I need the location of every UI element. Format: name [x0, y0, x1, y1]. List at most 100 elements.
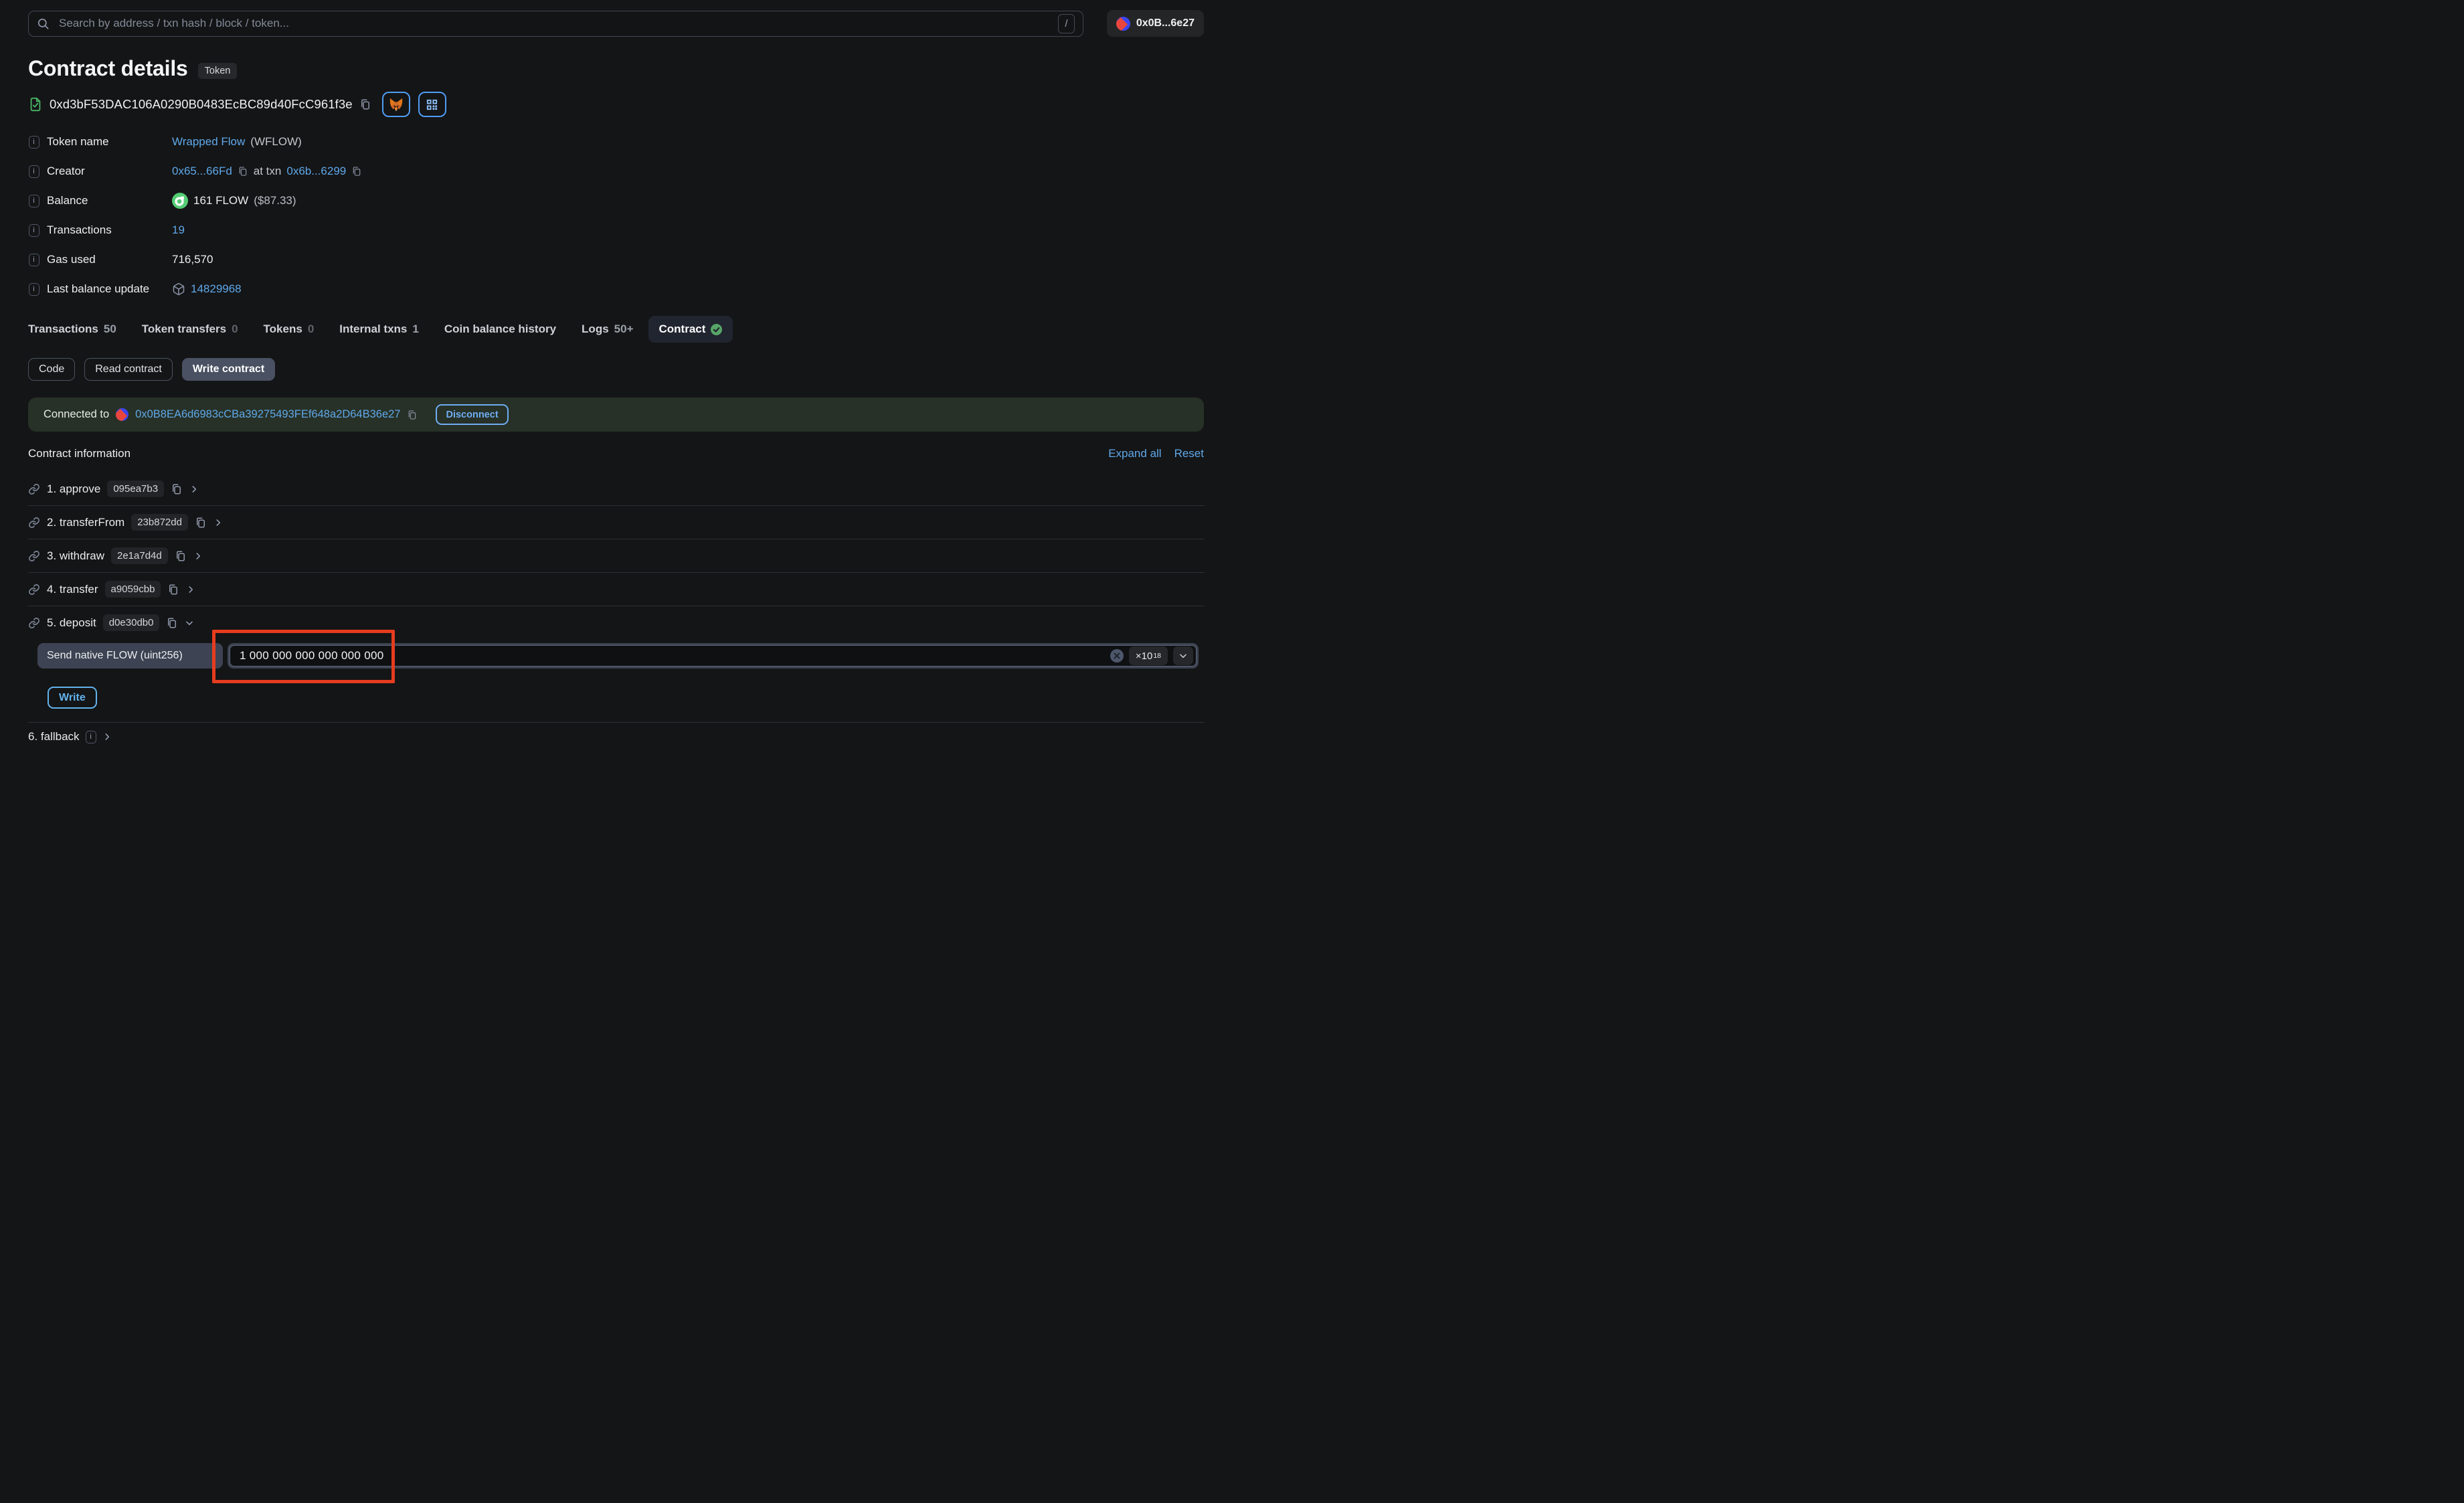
page-title: Contract details	[28, 56, 188, 81]
add-to-metamask-button[interactable]	[382, 92, 410, 117]
info-row-last-balance-update: i Last balance update 14829968	[28, 274, 1204, 304]
tab-bar: Transactions50 Token transfers0 Tokens0 …	[17, 316, 733, 343]
info-tooltip-icon[interactable]: i	[29, 195, 39, 207]
link-icon	[28, 517, 40, 529]
multiplier-button[interactable]: ×1018	[1129, 646, 1168, 665]
method-selector: 095ea7b3	[107, 480, 164, 497]
copy-txn-icon[interactable]	[351, 166, 362, 177]
method-row-transfer[interactable]: 4. transfer a9059cbb	[28, 573, 1205, 606]
deposit-value-input[interactable]	[238, 648, 1105, 663]
link-icon	[28, 617, 40, 629]
method-name: 1. approve	[47, 482, 100, 496]
tab-tokens[interactable]: Tokens0	[253, 316, 325, 343]
connected-avatar	[116, 408, 128, 421]
contract-subtabs: Code Read contract Write contract	[28, 358, 275, 381]
chevron-down-icon[interactable]	[185, 618, 194, 628]
method-selector: 23b872dd	[131, 514, 188, 531]
method-selector: 2e1a7d4d	[111, 547, 168, 564]
disconnect-button[interactable]: Disconnect	[436, 404, 508, 425]
token-name-link[interactable]: Wrapped Flow	[172, 135, 245, 149]
subtab-code[interactable]: Code	[28, 358, 75, 381]
multiplier-dropdown-button[interactable]	[1173, 646, 1193, 665]
link-icon	[28, 584, 40, 596]
contract-type-badge: Token	[198, 63, 238, 79]
wallet-address-short: 0x0B...6e27	[1136, 17, 1195, 29]
copy-connected-address-icon[interactable]	[407, 410, 418, 420]
tab-token-transfers[interactable]: Token transfers0	[131, 316, 249, 343]
transactions-count-link[interactable]: 19	[172, 224, 185, 237]
contract-information-header: Contract information Expand all Reset	[28, 447, 1204, 460]
chevron-right-icon[interactable]	[213, 518, 223, 527]
expand-all-link[interactable]: Expand all	[1108, 447, 1161, 460]
contract-address-row: 0xd3bF53DAC106A0290B0483EcBC89d40FcC961f…	[28, 92, 446, 117]
info-row-creator: i Creator 0x65...66Fd at txn 0x6b...6299	[28, 157, 1204, 186]
creation-txn-link[interactable]: 0x6b...6299	[286, 165, 346, 178]
slash-shortcut-hint: /	[1058, 14, 1075, 33]
creator-address-link[interactable]: 0x65...66Fd	[172, 165, 232, 178]
info-tooltip-icon[interactable]: i	[29, 224, 39, 237]
method-row-fallback[interactable]: 6. fallback i	[28, 723, 1205, 751]
last-update-block-link[interactable]: 14829968	[191, 282, 242, 296]
copy-selector-icon[interactable]	[166, 617, 178, 629]
connected-banner: Connected to 0x0B8EA6d6983cCBa39275493FE…	[28, 397, 1204, 432]
info-tooltip-icon[interactable]: i	[86, 731, 96, 743]
info-row-balance: i Balance 161 FLOW ($87.33)	[28, 186, 1204, 215]
reset-link[interactable]: Reset	[1174, 447, 1204, 460]
method-name: 5. deposit	[47, 616, 96, 630]
chevron-right-icon[interactable]	[102, 732, 112, 741]
flow-token-icon	[172, 193, 188, 209]
info-row-transactions: i Transactions 19	[28, 215, 1204, 245]
chevron-right-icon[interactable]	[186, 585, 195, 594]
chevron-right-icon[interactable]	[189, 484, 199, 494]
balance-label: Balance	[47, 194, 172, 207]
method-name: 6. fallback	[28, 730, 80, 743]
search-bar[interactable]: /	[28, 11, 1083, 37]
verified-contract-icon	[28, 97, 43, 112]
deposit-input-container: ×1018	[228, 643, 1199, 669]
copy-selector-icon[interactable]	[195, 517, 207, 529]
page-header: Contract details Token	[28, 56, 237, 81]
write-button[interactable]: Write	[48, 687, 97, 709]
search-input[interactable]	[58, 16, 1050, 31]
method-name: 2. transferFrom	[47, 516, 124, 529]
contract-information-title: Contract information	[28, 447, 130, 460]
tab-contract[interactable]: Contract	[648, 316, 733, 343]
tab-logs[interactable]: Logs50+	[571, 316, 644, 343]
clear-input-icon[interactable]	[1110, 649, 1124, 662]
chevron-right-icon[interactable]	[193, 551, 203, 561]
method-row-deposit[interactable]: 5. deposit d0e30db0	[28, 606, 1205, 639]
copy-address-icon[interactable]	[359, 98, 371, 110]
tab-transactions[interactable]: Transactions50	[17, 316, 127, 343]
connected-address-link[interactable]: 0x0B8EA6d6983cCBa39275493FEf648a2D64B36e…	[135, 408, 400, 421]
wallet-account-button[interactable]: 0x0B...6e27	[1107, 10, 1204, 37]
info-tooltip-icon[interactable]: i	[29, 254, 39, 266]
tab-internal-txns[interactable]: Internal txns1	[329, 316, 430, 343]
copy-selector-icon[interactable]	[167, 584, 179, 596]
subtab-read-contract[interactable]: Read contract	[84, 358, 173, 381]
tab-coin-balance-history[interactable]: Coin balance history	[434, 316, 567, 343]
top-bar: / 0x0B...6e27	[28, 10, 1204, 37]
info-tooltip-icon[interactable]: i	[29, 165, 39, 178]
subtab-write-contract[interactable]: Write contract	[182, 358, 275, 381]
info-row-gas-used: i Gas used 716,570	[28, 245, 1204, 274]
qr-code-button[interactable]	[418, 92, 446, 117]
verified-check-icon	[711, 324, 722, 335]
link-icon	[28, 550, 40, 562]
connected-prefix: Connected to	[43, 408, 109, 421]
method-row-withdraw[interactable]: 3. withdraw 2e1a7d4d	[28, 539, 1205, 572]
copy-selector-icon[interactable]	[175, 550, 187, 562]
method-row-transferfrom[interactable]: 2. transferFrom 23b872dd	[28, 506, 1205, 539]
info-tooltip-icon[interactable]: i	[29, 283, 39, 296]
method-selector: a9059cbb	[105, 581, 161, 598]
contract-address: 0xd3bF53DAC106A0290B0483EcBC89d40FcC961f…	[50, 97, 353, 112]
method-row-approve[interactable]: 1. approve 095ea7b3	[28, 472, 1205, 505]
link-icon	[28, 483, 40, 495]
token-name-label: Token name	[47, 135, 172, 149]
write-methods-list: 1. approve 095ea7b3 2. transferFrom 23b8…	[28, 472, 1205, 751]
token-symbol: (WFLOW)	[250, 135, 301, 149]
balance-amount: 161 FLOW	[193, 194, 248, 207]
copy-creator-icon[interactable]	[238, 166, 248, 177]
info-tooltip-icon[interactable]: i	[29, 136, 39, 149]
search-icon	[37, 17, 50, 30]
copy-selector-icon[interactable]	[171, 483, 183, 495]
